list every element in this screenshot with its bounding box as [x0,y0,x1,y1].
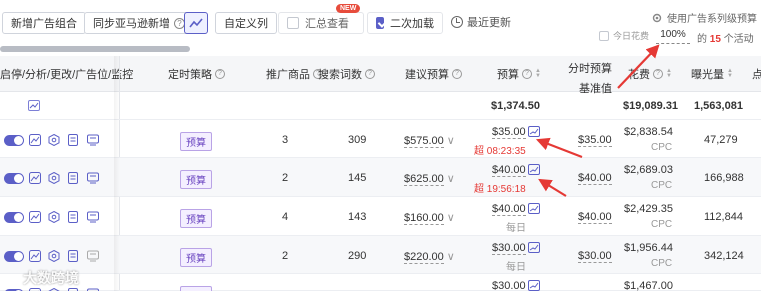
annotation-arrows [535,44,660,197]
arrow-to-row1 [535,137,583,159]
watermark-icon [5,276,19,284]
watermark-logo: 大数跨境 [4,268,79,288]
watermark-text: 大数跨境 [23,270,79,286]
arrow-to-row2 [538,178,567,197]
arrow-to-percent [617,44,660,89]
